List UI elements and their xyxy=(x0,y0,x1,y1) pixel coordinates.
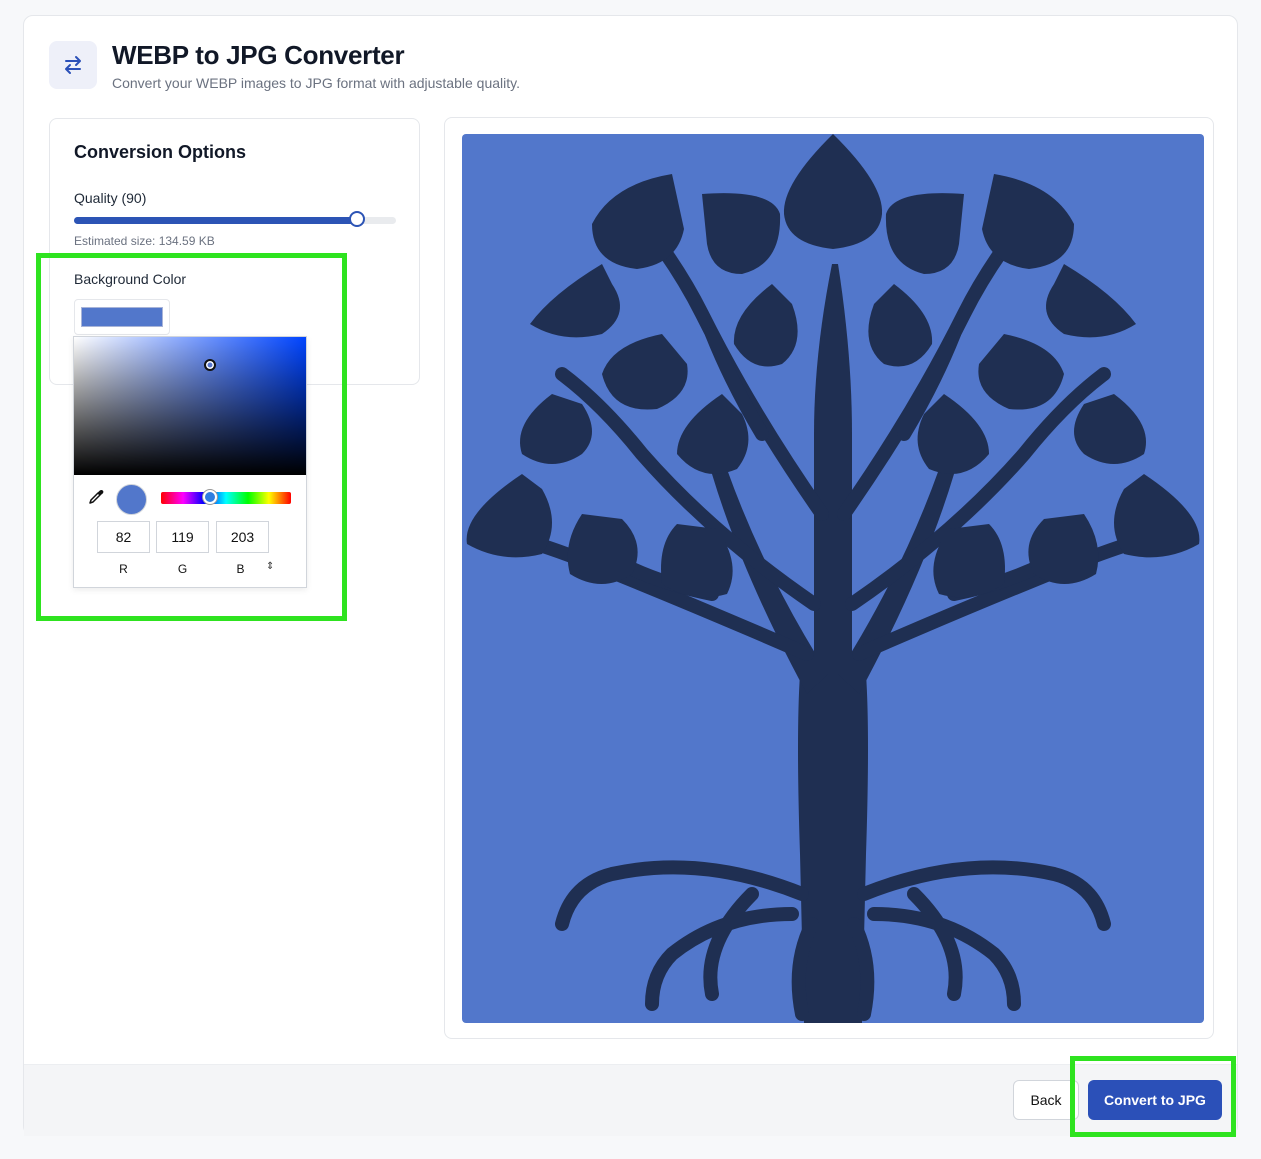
tree-image xyxy=(462,134,1204,1023)
color-preview-dot xyxy=(116,484,147,515)
quality-slider[interactable] xyxy=(74,211,396,227)
red-input[interactable] xyxy=(97,521,150,553)
page-title: WEBP to JPG Converter xyxy=(112,40,405,70)
quality-label: Quality (90) xyxy=(74,190,147,206)
eyedropper-icon[interactable] xyxy=(88,489,104,505)
blue-input[interactable] xyxy=(216,521,269,553)
image-preview-panel xyxy=(444,117,1214,1039)
color-mode-toggle[interactable]: ⇕ xyxy=(266,561,274,572)
estimated-size: Estimated size: 134.59 KB xyxy=(74,234,215,248)
options-title: Conversion Options xyxy=(74,142,247,162)
background-color-swatch xyxy=(81,307,163,327)
color-picker-popover: R G B ⇕ xyxy=(73,336,307,588)
background-color-label: Background Color xyxy=(74,271,187,287)
saturation-area[interactable] xyxy=(74,337,306,475)
red-label: R xyxy=(119,562,128,576)
convert-to-jpg-button[interactable]: Convert to JPG xyxy=(1088,1080,1222,1120)
saturation-handle[interactable] xyxy=(204,359,216,371)
tree-silhouette xyxy=(466,134,1200,1023)
blue-label: B xyxy=(236,562,245,576)
quality-slider-thumb[interactable] xyxy=(349,211,366,227)
hue-slider-thumb[interactable] xyxy=(203,490,217,504)
swap-arrows-icon xyxy=(49,41,97,89)
hue-slider[interactable] xyxy=(161,490,291,504)
quality-slider-fill xyxy=(74,217,358,224)
page-subtitle: Convert your WEBP images to JPG format w… xyxy=(112,75,520,91)
background-color-button[interactable] xyxy=(74,299,170,335)
green-label: G xyxy=(177,562,188,576)
green-input[interactable] xyxy=(156,521,209,553)
back-button[interactable]: Back xyxy=(1013,1080,1079,1120)
